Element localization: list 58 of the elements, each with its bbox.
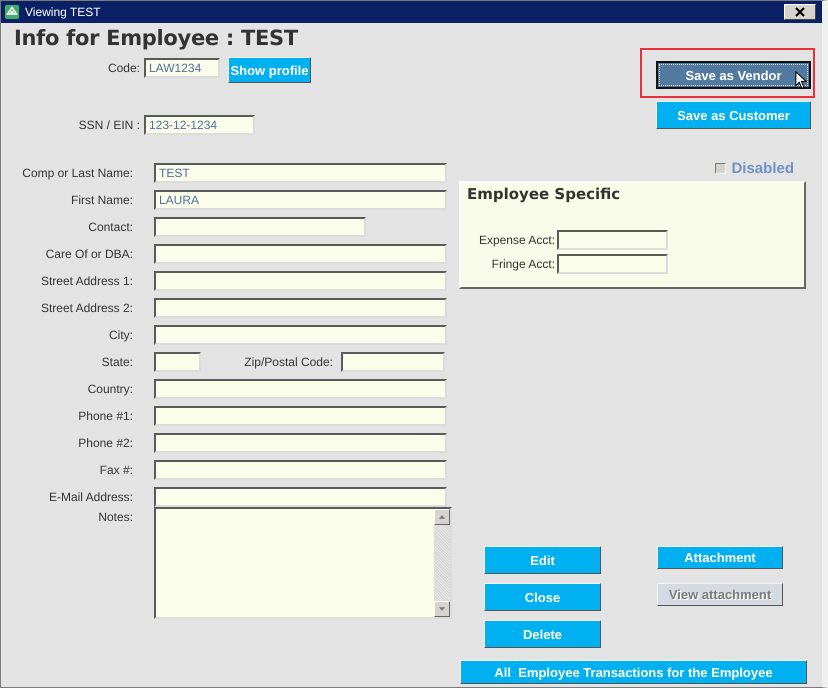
field-label: Fax #:	[98, 462, 133, 479]
text-field[interactable]	[154, 325, 447, 345]
field-label: Phone #1:	[77, 408, 133, 425]
field-label: Street Address 1:	[40, 273, 133, 290]
checkbox-label: Disabled	[731, 160, 794, 176]
close-icon	[794, 7, 806, 17]
page-heading: Info for Employee : TEST	[14, 26, 300, 50]
field-label: Contact:	[87, 219, 133, 236]
text-field[interactable]	[154, 217, 366, 237]
scroll-up-icon[interactable]	[434, 509, 450, 525]
field-label: SSN / EIN :	[78, 118, 141, 132]
text-field[interactable]: TEST	[154, 163, 447, 183]
close-button[interactable]	[784, 4, 816, 20]
scrollbar[interactable]	[434, 509, 450, 617]
field-label: State:	[100, 354, 133, 371]
scroll-down-icon[interactable]	[434, 601, 450, 617]
notes-field[interactable]	[154, 507, 452, 619]
text-field[interactable]	[557, 230, 668, 250]
text-field[interactable]: LAURA	[154, 190, 447, 210]
field-label: Code:	[106, 61, 141, 75]
text-field[interactable]	[154, 406, 447, 426]
field-label: Street Address 2:	[40, 300, 133, 317]
text-field[interactable]	[154, 460, 447, 480]
text-field[interactable]	[154, 244, 447, 264]
cursor-icon	[795, 71, 807, 90]
transactions-button[interactable]: All Employee Transactions for the Employee	[460, 660, 807, 684]
field-label: City:	[108, 327, 133, 344]
field-label: Fringe Acct:	[490, 257, 556, 271]
text-field[interactable]	[557, 254, 668, 274]
text-field[interactable]	[154, 379, 447, 399]
delete-button[interactable]: Delete	[484, 620, 601, 648]
text-field[interactable]	[154, 298, 447, 318]
attachment-button[interactable]: Attachment	[657, 546, 783, 569]
save-customer-button[interactable]: Save as Customer	[656, 101, 811, 129]
text-field[interactable]	[341, 352, 445, 372]
field-label: Care Of or DBA:	[44, 246, 133, 263]
window-title: Viewing TEST	[25, 5, 102, 19]
edit-button[interactable]: Edit	[484, 546, 601, 574]
field-label: First Name:	[70, 192, 133, 209]
app-icon	[5, 5, 19, 19]
code-field[interactable]: LAW1234	[144, 58, 220, 78]
text-field[interactable]	[154, 487, 447, 507]
field-label: Notes:	[97, 509, 133, 526]
field-label: Country:	[86, 381, 133, 398]
text-field[interactable]	[154, 433, 447, 453]
field-label: Expense Acct:	[478, 233, 556, 247]
ssn-field[interactable]: 123-12-1234	[144, 115, 255, 135]
panel-title: Employee Specific	[467, 184, 622, 205]
field-label: Phone #2:	[77, 435, 133, 452]
close-button[interactable]: Close	[484, 583, 601, 611]
show-profile-button[interactable]: Show profile	[228, 57, 311, 83]
text-field[interactable]	[154, 352, 201, 372]
save-vendor-button[interactable]: Save as Vendor	[656, 61, 811, 89]
field-label: Comp or Last Name:	[21, 165, 133, 182]
text-field[interactable]	[154, 271, 447, 291]
checkbox[interactable]	[715, 162, 726, 174]
field-label: Zip/Postal Code:	[243, 355, 334, 369]
field-label: E-Mail Address:	[48, 489, 133, 506]
